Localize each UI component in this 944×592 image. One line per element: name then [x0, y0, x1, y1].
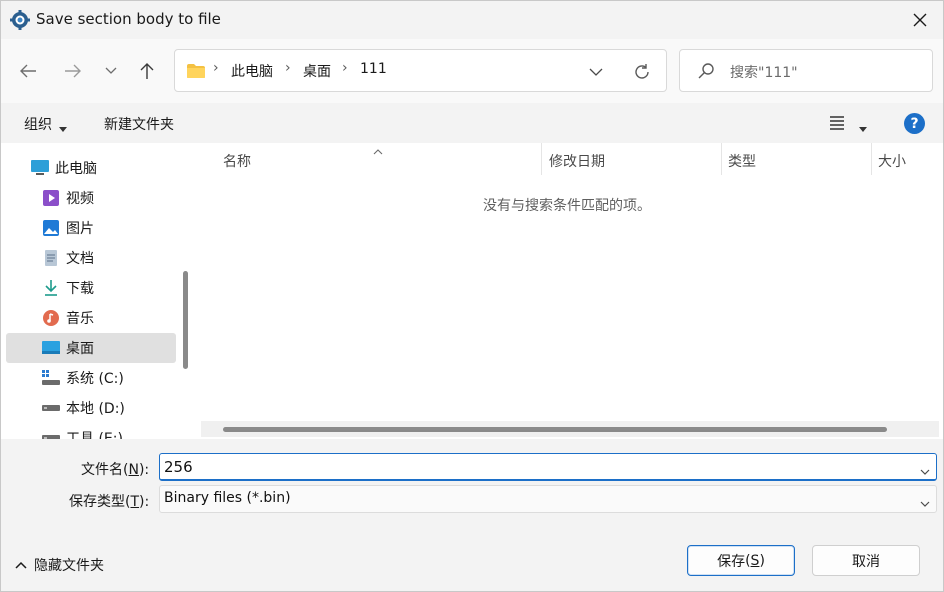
sidebar-item-this-pc[interactable]: 此电脑 — [30, 153, 197, 183]
breadcrumb-current[interactable]: 111 — [360, 61, 387, 77]
sidebar-scrollbar[interactable] — [183, 271, 188, 369]
filetype-value: Binary files (*.bin) — [164, 490, 291, 506]
save-button[interactable]: 保存(S) — [687, 545, 795, 576]
address-dropdown-button[interactable] — [585, 61, 607, 83]
address-bar[interactable]: › 此电脑 › 桌面 › 111 — [174, 49, 667, 92]
help-icon[interactable]: ? — [904, 113, 925, 134]
caret-down-icon[interactable] — [859, 120, 867, 136]
breadcrumb-separator: › — [213, 60, 219, 76]
file-list: 名称 修改日期 类型 大小 没有与搜索条件匹配的项。 — [197, 143, 943, 439]
scrollbar-thumb[interactable] — [223, 427, 887, 432]
breadcrumb-this-pc[interactable]: 此电脑 — [231, 61, 273, 81]
close-button[interactable] — [897, 1, 943, 39]
forward-button[interactable] — [58, 56, 88, 86]
filetype-label: 保存类型(T): — [69, 494, 150, 510]
chevron-up-icon — [15, 561, 27, 569]
refresh-icon — [635, 64, 649, 79]
horizontal-scrollbar[interactable] — [201, 421, 939, 437]
sidebar-item-music[interactable]: 音乐 — [41, 303, 197, 333]
window-title: Save section body to file — [36, 10, 221, 28]
folder-icon — [186, 63, 206, 83]
column-divider[interactable] — [721, 143, 722, 175]
app-gear-icon — [10, 10, 30, 30]
document-icon — [41, 248, 61, 268]
view-options-icon[interactable] — [829, 116, 845, 134]
column-header-type[interactable]: 类型 — [728, 151, 756, 171]
sidebar-item-pictures[interactable]: 图片 — [41, 213, 197, 243]
recent-locations-button[interactable] — [96, 56, 126, 86]
sidebar-item-drive-e[interactable]: 工具 (E:) — [41, 423, 197, 439]
chevron-down-icon[interactable] — [920, 463, 930, 479]
breadcrumb-separator: › — [342, 60, 348, 76]
desktop-icon — [41, 338, 61, 358]
up-button[interactable] — [132, 56, 162, 86]
system-drive-icon — [41, 368, 61, 388]
navigation-pane: 此电脑 视频 图片 文档 下载 音乐 桌面 系统 (C:) 本地 (D:) 工具… — [1, 143, 197, 439]
caret-down-icon — [59, 120, 67, 136]
arrow-up-icon — [140, 63, 154, 79]
search-icon — [697, 62, 715, 84]
sidebar-item-desktop[interactable]: 桌面 — [6, 333, 176, 363]
arrow-left-icon — [20, 64, 36, 78]
drive-icon — [41, 398, 61, 418]
command-bar: 组织 新建文件夹 ? — [1, 103, 943, 143]
column-divider[interactable] — [541, 143, 542, 175]
hide-folders-label: 隐藏文件夹 — [34, 558, 104, 574]
hide-folders-toggle[interactable]: 隐藏文件夹 — [15, 555, 104, 575]
back-button[interactable] — [13, 56, 43, 86]
breadcrumb-separator: › — [285, 60, 291, 76]
chevron-down-icon — [105, 67, 117, 74]
title-bar: Save section body to file — [1, 1, 943, 39]
pictures-icon — [41, 218, 61, 238]
sidebar-item-system-drive[interactable]: 系统 (C:) — [41, 363, 197, 393]
column-header-date[interactable]: 修改日期 — [549, 151, 605, 171]
organize-menu-button[interactable]: 组织 — [24, 114, 52, 134]
navigation-bar: › 此电脑 › 桌面 › 111 搜索"111" — [1, 39, 943, 103]
column-header-name[interactable]: 名称 — [223, 151, 251, 171]
video-icon — [41, 188, 61, 208]
sort-ascending-icon — [373, 143, 383, 159]
drive-icon — [41, 428, 61, 439]
search-input[interactable]: 搜索"111" — [730, 62, 798, 82]
column-header-size[interactable]: 大小 — [878, 151, 906, 171]
column-divider[interactable] — [871, 143, 872, 175]
filetype-select[interactable]: Binary files (*.bin) — [159, 485, 937, 513]
new-folder-button[interactable]: 新建文件夹 — [104, 114, 174, 134]
close-icon — [913, 13, 927, 27]
sidebar-item-drive-d[interactable]: 本地 (D:) — [41, 393, 197, 423]
refresh-button[interactable] — [630, 60, 654, 84]
music-icon — [41, 308, 61, 328]
empty-results-message: 没有与搜索条件匹配的项。 — [483, 198, 651, 214]
filename-field[interactable]: 256 — [164, 458, 193, 476]
save-dialog: Save section body to file › 此电脑 › 桌面 › 1… — [0, 0, 944, 592]
arrow-right-icon — [65, 64, 81, 78]
search-box[interactable]: 搜索"111" — [679, 49, 933, 92]
filename-combobox[interactable]: 256 — [159, 453, 937, 481]
filename-label: 文件名(N): — [81, 462, 150, 478]
cancel-button[interactable]: 取消 — [812, 545, 920, 576]
sidebar-item-downloads[interactable]: 下载 — [41, 273, 197, 303]
sidebar-item-documents[interactable]: 文档 — [41, 243, 197, 273]
computer-icon — [30, 158, 50, 178]
chevron-down-icon — [589, 68, 603, 76]
chevron-down-icon[interactable] — [920, 495, 930, 511]
breadcrumb-desktop[interactable]: 桌面 — [303, 61, 331, 81]
download-icon — [41, 278, 61, 298]
sidebar-item-videos[interactable]: 视频 — [41, 183, 197, 213]
